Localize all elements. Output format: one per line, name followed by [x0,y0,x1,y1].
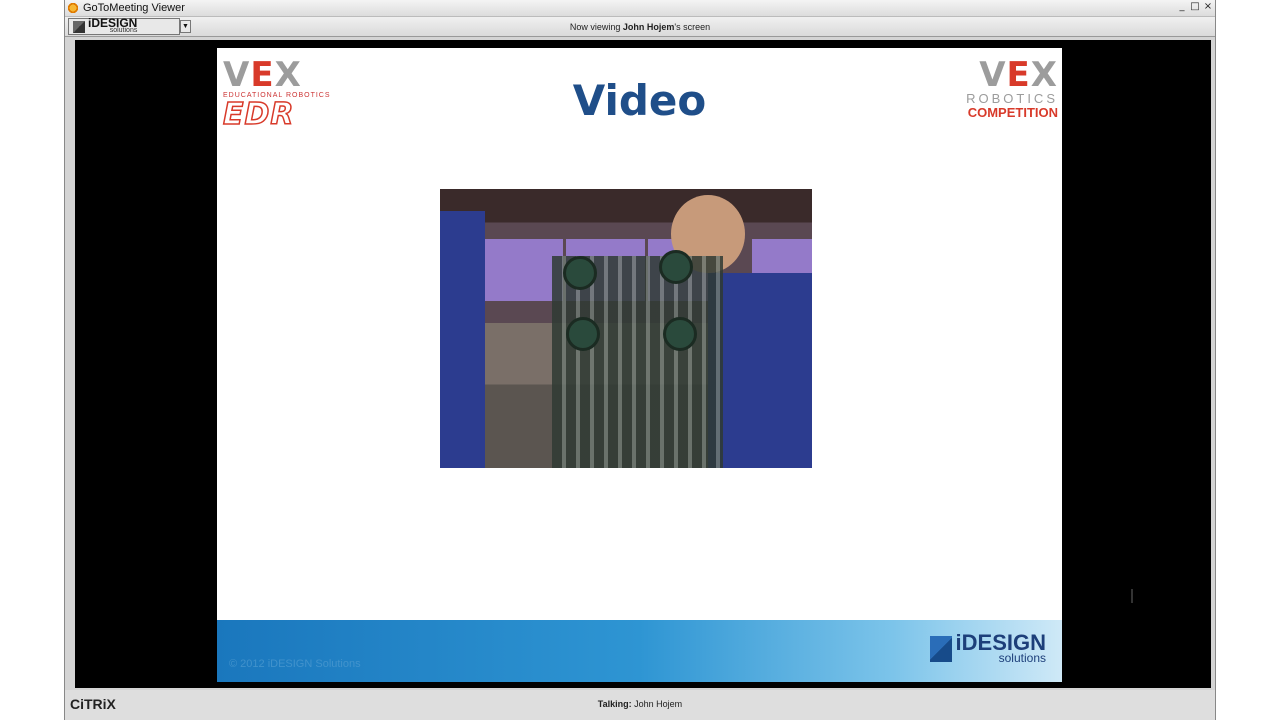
gotomeeting-icon [67,2,79,14]
slide-footer: © 2012 iDESIGN Solutions iDESIGN solutio… [217,620,1062,682]
embedded-video[interactable] [440,189,812,468]
minimize-button[interactable]: _ [1177,2,1187,12]
idesign-cube-icon [929,636,952,662]
idesign-footer-logo: iDESIGN solutions [929,632,1046,664]
talking-status: Talking: John Hojem [597,699,683,709]
close-button[interactable]: × [1203,2,1213,12]
window-title: GoToMeeting Viewer [83,2,185,14]
title-bar[interactable]: GoToMeeting Viewer _ □ × [65,0,1215,17]
viewer-window: GoToMeeting Viewer _ □ × iDESIGN solutio… [64,0,1216,720]
maximize-button[interactable]: □ [1190,2,1200,12]
status-bar: CiTRiX Talking: John Hojem [65,690,1215,720]
presenter-name: John Hojem [622,22,675,32]
presentation-slide: VEX EDUCATIONAL ROBOTICS EDR Video VEX R… [217,48,1062,682]
shared-screen[interactable]: VEX EDUCATIONAL ROBOTICS EDR Video VEX R… [75,40,1211,688]
vex-robotics-competition-logo: VEX ROBOTICS COMPETITION [966,55,1058,120]
footer-copyright: © 2012 iDESIGN Solutions [229,658,361,670]
speaker-name: John Hojem [634,699,683,709]
text-cursor-icon [1131,589,1133,603]
window-controls: _ □ × [1177,2,1213,12]
viewing-status: Now viewing John Hojem's screen [569,22,711,32]
